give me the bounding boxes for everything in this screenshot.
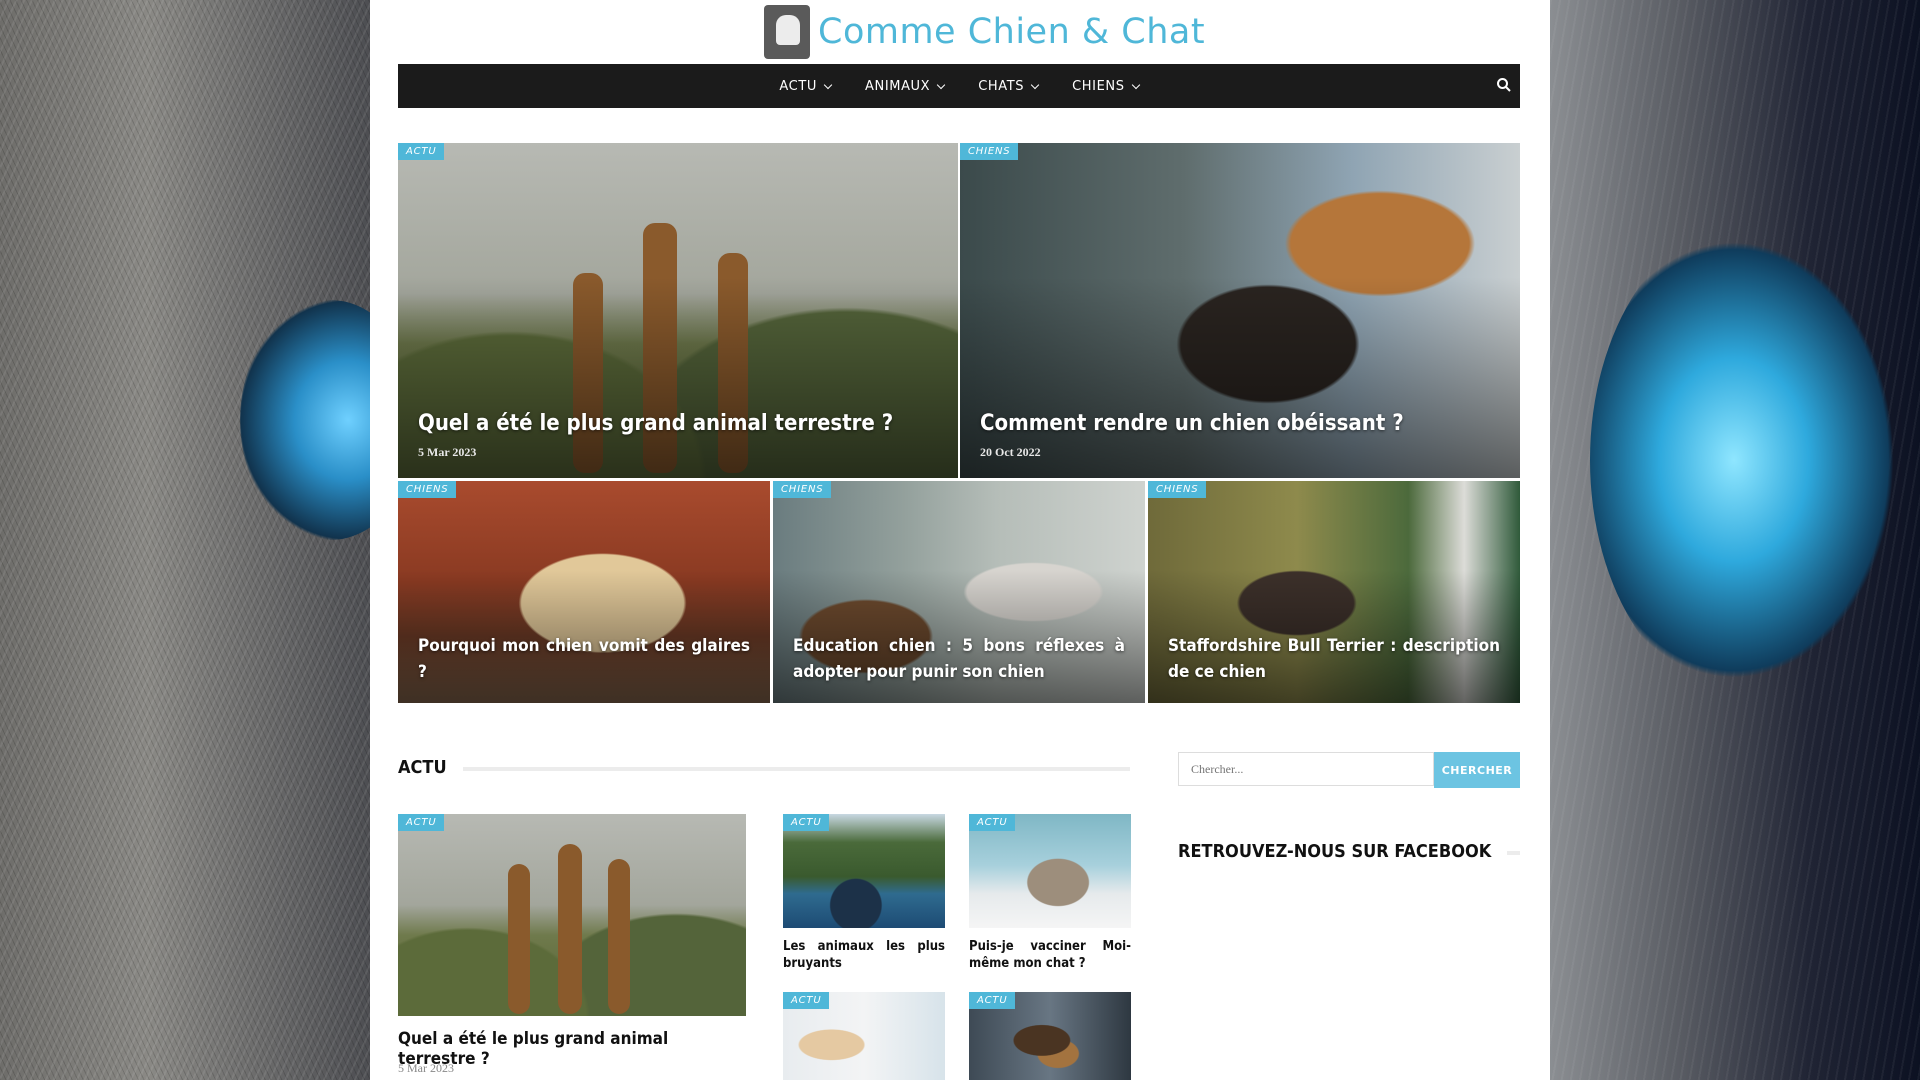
actu-post-2-title[interactable]: Puis-je vacciner Moi-même mon chat ? bbox=[969, 938, 1131, 972]
post-title[interactable]: Education chien : 5 bons réflexes à adop… bbox=[793, 633, 1125, 685]
category-badge[interactable]: ACTU bbox=[398, 814, 445, 831]
divider bbox=[462, 767, 1130, 771]
category-badge[interactable]: ACTU bbox=[783, 992, 830, 1009]
post-title[interactable]: Quel a été le plus grand animal terrestr… bbox=[418, 411, 938, 436]
search-button[interactable]: CHERCHER bbox=[1434, 752, 1520, 788]
category-badge[interactable]: CHIENS bbox=[960, 143, 1019, 160]
actu-post-1-title[interactable]: Les animaux les plus bruyants bbox=[783, 938, 945, 972]
site-title: Comme Chien & Chat bbox=[818, 12, 1206, 52]
chevron-down-icon bbox=[823, 80, 833, 89]
post-title[interactable]: Pourquoi mon chien vomit des glaires ? bbox=[418, 633, 750, 685]
background-cat-left bbox=[0, 0, 370, 1080]
chevron-down-icon bbox=[1030, 80, 1040, 89]
category-badge[interactable]: CHIENS bbox=[773, 481, 832, 498]
cat-eye-left bbox=[240, 300, 370, 540]
post-date: 20 Oct 2022 bbox=[980, 445, 1041, 459]
category-badge[interactable]: ACTU bbox=[783, 814, 830, 831]
background-cat-right bbox=[1550, 0, 1920, 1080]
post-title[interactable]: Staffordshire Bull Terrier : description… bbox=[1168, 633, 1500, 685]
actu-post-3-image[interactable]: ACTU bbox=[783, 992, 945, 1080]
actu-post-2-image[interactable]: ACTU bbox=[969, 814, 1131, 928]
actu-main-post-date: 5 Mar 2023 bbox=[398, 1061, 454, 1075]
post-date: 5 Mar 2023 bbox=[418, 445, 477, 459]
category-badge[interactable]: ACTU bbox=[969, 814, 1016, 831]
actu-section-heading: ACTU bbox=[398, 757, 1130, 781]
featured-post-1[interactable]: ACTU Quel a été le plus grand animal ter… bbox=[398, 143, 958, 478]
main-content: Comme Chien & Chat ACTU ANIMAUX CHATS CH… bbox=[370, 0, 1550, 1080]
main-navigation: ACTU ANIMAUX CHATS CHIENS bbox=[398, 64, 1520, 108]
category-badge[interactable]: ACTU bbox=[969, 992, 1016, 1009]
section-title[interactable]: ACTU bbox=[398, 757, 463, 778]
nav-item-animaux[interactable]: ANIMAUX bbox=[865, 78, 946, 94]
chevron-down-icon bbox=[1131, 80, 1140, 89]
nav-item-actu[interactable]: ACTU bbox=[779, 78, 833, 94]
facebook-heading: RETROUVEZ-NOUS SUR FACEBOOK bbox=[1178, 841, 1508, 862]
chevron-down-icon bbox=[936, 80, 946, 89]
featured-post-5[interactable]: CHIENS Staffordshire Bull Terrier : desc… bbox=[1148, 481, 1520, 703]
site-logo[interactable]: Comme Chien & Chat bbox=[764, 4, 1205, 60]
category-badge[interactable]: ACTU bbox=[398, 143, 445, 160]
actu-post-4-image[interactable]: ACTU bbox=[969, 992, 1131, 1080]
search-input[interactable] bbox=[1178, 752, 1434, 786]
category-badge[interactable]: CHIENS bbox=[1148, 481, 1207, 498]
whale-image bbox=[783, 814, 945, 928]
sidebar-search-form: CHERCHER bbox=[1178, 752, 1520, 788]
category-badge[interactable]: CHIENS bbox=[398, 481, 457, 498]
actu-post-1-image[interactable]: ACTU bbox=[783, 814, 945, 928]
cat-logo-icon bbox=[764, 5, 810, 59]
search-icon[interactable] bbox=[1496, 77, 1512, 93]
giraffes-image bbox=[398, 814, 746, 1016]
nav-label: CHIENS bbox=[1072, 78, 1125, 94]
nav-label: CHATS bbox=[978, 78, 1025, 94]
post-title[interactable]: Comment rendre un chien obéissant ? bbox=[980, 411, 1500, 436]
nav-label: ANIMAUX bbox=[865, 78, 931, 94]
nav-item-chiens[interactable]: CHIENS bbox=[1072, 78, 1140, 94]
nav-item-chats[interactable]: CHATS bbox=[978, 78, 1040, 94]
actu-main-post-image[interactable]: ACTU bbox=[398, 814, 746, 1016]
cat-eye-right bbox=[1590, 220, 1910, 700]
facebook-widget-heading: RETROUVEZ-NOUS SUR FACEBOOK bbox=[1178, 841, 1520, 865]
vet-cat-image bbox=[969, 814, 1131, 928]
featured-post-2[interactable]: CHIENS Comment rendre un chien obéissant… bbox=[960, 143, 1520, 478]
nav-label: ACTU bbox=[779, 78, 817, 94]
featured-post-4[interactable]: CHIENS Education chien : 5 bons réflexes… bbox=[773, 481, 1145, 703]
featured-post-3[interactable]: CHIENS Pourquoi mon chien vomit des glai… bbox=[398, 481, 770, 703]
